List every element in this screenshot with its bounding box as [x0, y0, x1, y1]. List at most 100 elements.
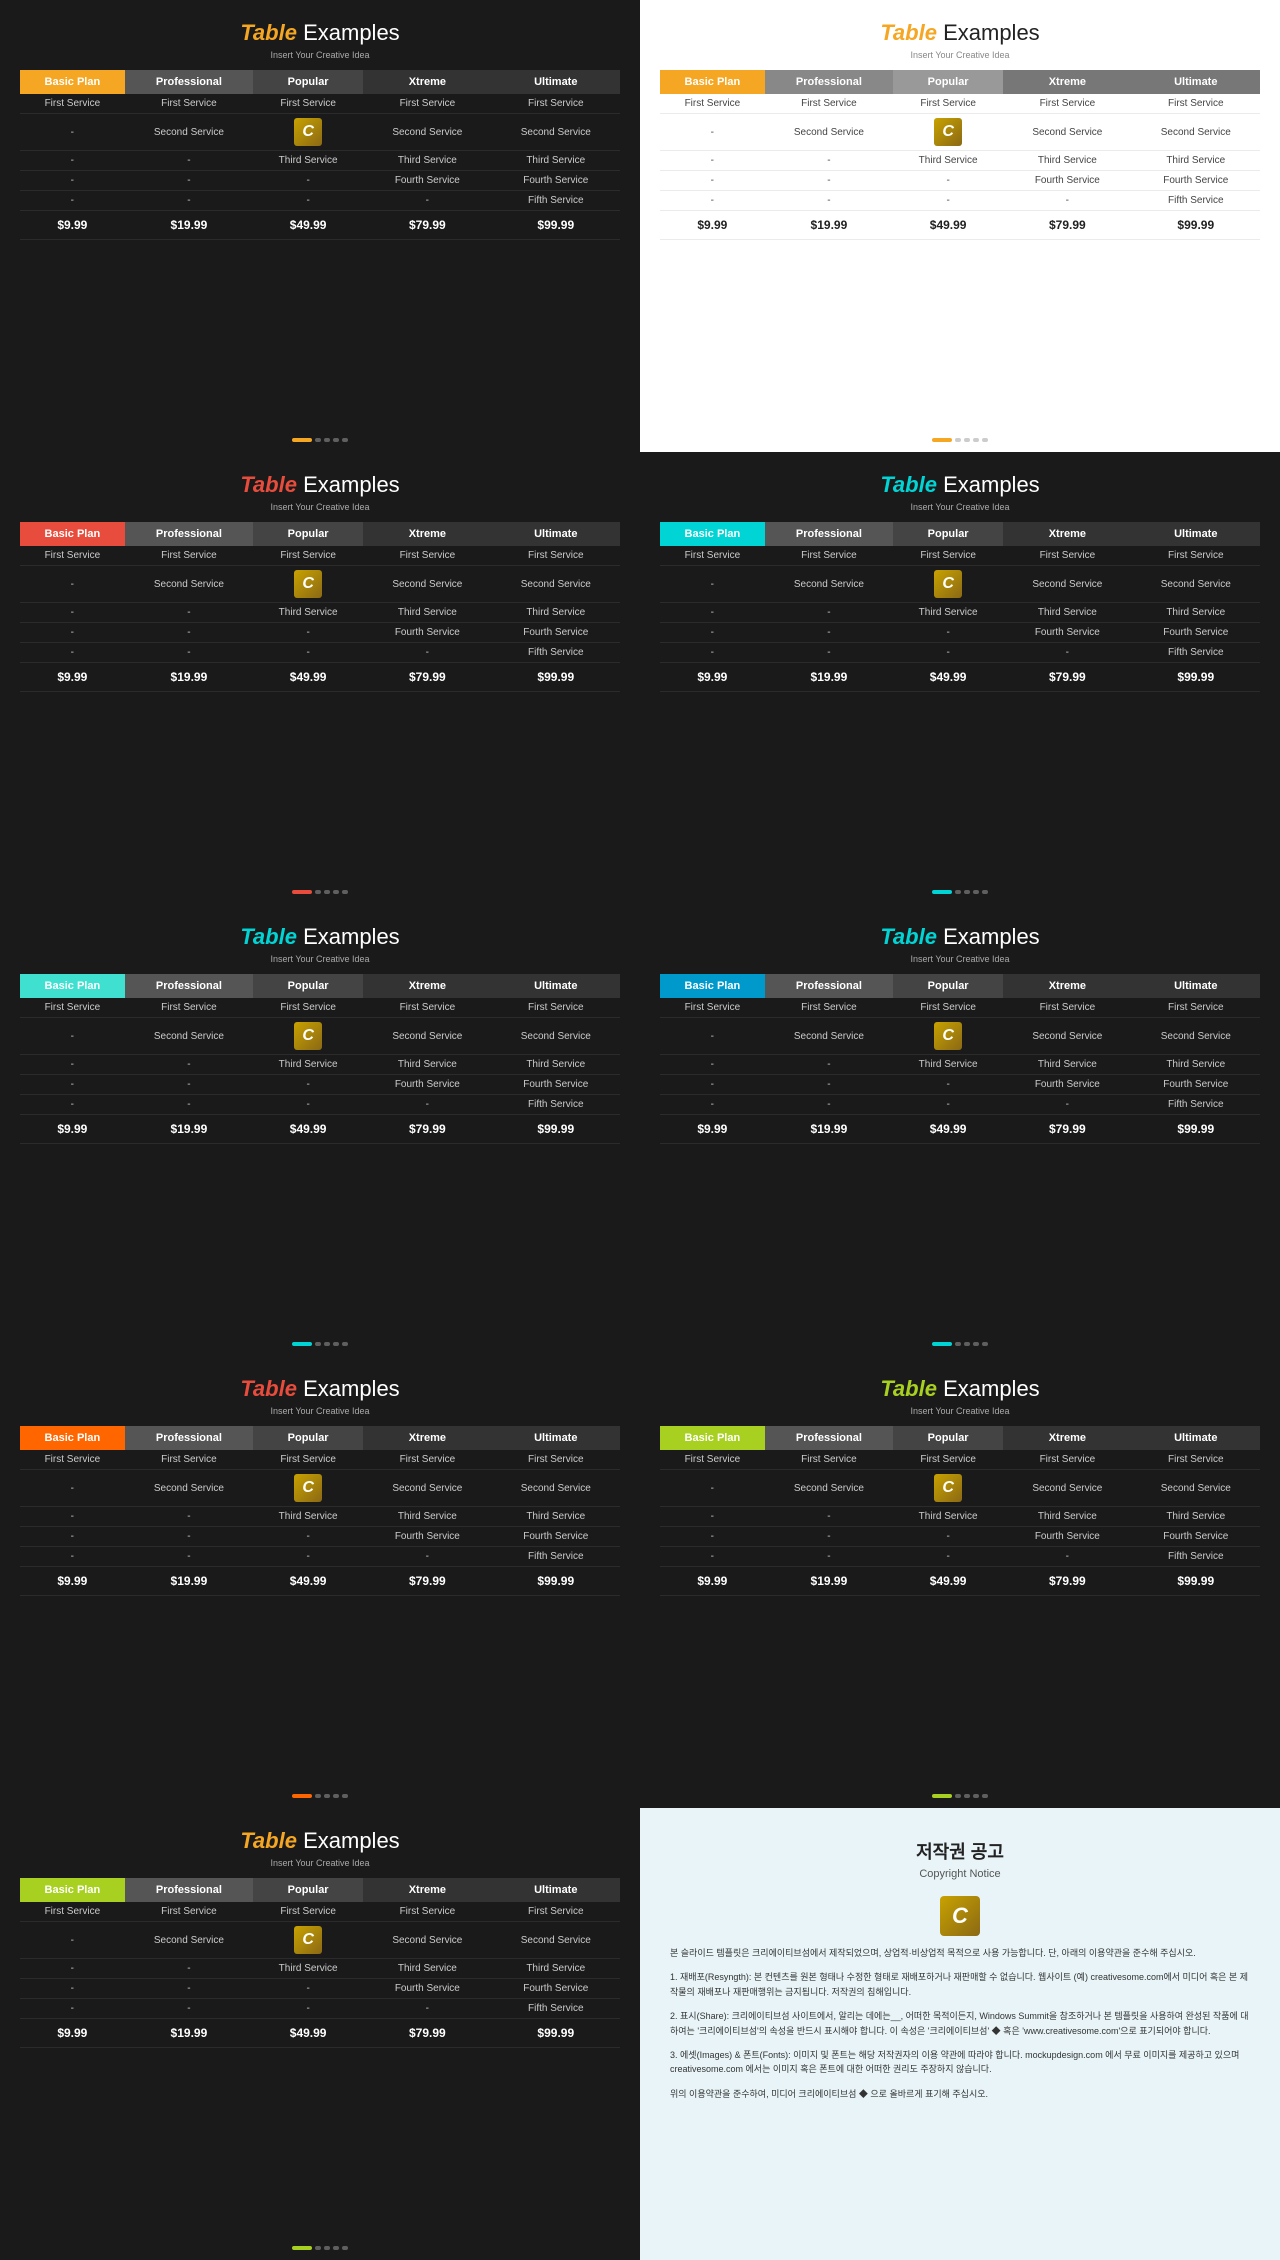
table-cell: Fourth Service [492, 623, 620, 643]
slide-7: Table Examples Insert Your Creative Idea… [0, 1356, 640, 1808]
slide-5: Table Examples Insert Your Creative Idea… [0, 904, 640, 1356]
table-cell: First Service [20, 998, 125, 1018]
bottom-bar [292, 438, 348, 442]
table-cell: - [765, 1095, 893, 1115]
table-cell: Fourth Service [1132, 171, 1260, 191]
bar-inactive [982, 438, 988, 442]
price-cell: $19.99 [125, 1567, 253, 1596]
title-examples-word: Examples [297, 924, 400, 949]
table-cell: Third Service [893, 151, 1003, 171]
table-cell: Fourth Service [1132, 1527, 1260, 1547]
table-row: ----Fifth Service [20, 1999, 620, 2019]
bar-inactive [324, 2246, 330, 2250]
price-cell: $9.99 [20, 2019, 125, 2048]
table-cell: - [253, 191, 363, 211]
c-logo-icon: C [934, 570, 962, 598]
price-table: Basic PlanProfessionalPopularXtremeUltim… [20, 1878, 620, 2048]
table-cell: - [253, 643, 363, 663]
table-cell: Third Service [1132, 1507, 1260, 1527]
table-cell: First Service [20, 94, 125, 114]
table-cell: - [660, 1470, 765, 1507]
price-cell: $99.99 [492, 1115, 620, 1144]
table-cell: - [660, 191, 765, 211]
price-cell: $19.99 [765, 1567, 893, 1596]
title-table-word: Table [240, 472, 297, 497]
plan-header: Ultimate [492, 1878, 620, 1902]
plan-header: Popular [893, 1426, 1003, 1450]
slide-title: Table Examples [660, 20, 1260, 46]
bar-inactive [342, 438, 348, 442]
table-cell: First Service [125, 1902, 253, 1922]
price-cell: $79.99 [363, 1115, 491, 1144]
title-table-word: Table [240, 924, 297, 949]
table-cell: - [765, 1507, 893, 1527]
table-cell: Fourth Service [1003, 623, 1131, 643]
table-cell: Fourth Service [1003, 1527, 1131, 1547]
plan-header: Professional [125, 1878, 253, 1902]
table-cell: Fifth Service [492, 1999, 620, 2019]
table-cell: - [660, 1018, 765, 1055]
title-table-word: Table [880, 924, 937, 949]
table-cell: Third Service [253, 1507, 363, 1527]
price-cell: $99.99 [1132, 1115, 1260, 1144]
plan-header: Popular [253, 70, 363, 94]
bar-inactive [324, 438, 330, 442]
table-cell: - [363, 191, 491, 211]
table-cell: - [893, 643, 1003, 663]
table-cell: - [125, 623, 253, 643]
table-cell: - [253, 1547, 363, 1567]
table-cell: First Service [893, 546, 1003, 566]
table-cell: First Service [125, 94, 253, 114]
bar-inactive [315, 438, 321, 442]
table-cell: - [660, 643, 765, 663]
table-cell: - [660, 603, 765, 623]
plan-header: Basic Plan [20, 974, 125, 998]
bar-inactive [973, 890, 979, 894]
table-cell: Third Service [1003, 603, 1131, 623]
slide-subtitle: Insert Your Creative Idea [20, 50, 620, 60]
table-row: First ServiceFirst ServiceFirst ServiceF… [20, 1902, 620, 1922]
bar-inactive [333, 1342, 339, 1346]
table-cell: C [893, 114, 1003, 151]
table-cell: First Service [492, 546, 620, 566]
price-cell: $49.99 [893, 211, 1003, 240]
table-cell: Fifth Service [1132, 191, 1260, 211]
title-examples-word: Examples [937, 924, 1040, 949]
table-cell: First Service [253, 1902, 363, 1922]
bar-active [932, 1342, 952, 1346]
table-cell: - [765, 1527, 893, 1547]
table-row: --Third ServiceThird ServiceThird Servic… [20, 1959, 620, 1979]
slide-subtitle: Insert Your Creative Idea [20, 502, 620, 512]
table-row: First ServiceFirst ServiceFirst ServiceF… [660, 998, 1260, 1018]
table-cell: Fifth Service [492, 1095, 620, 1115]
plan-header: Ultimate [492, 522, 620, 546]
title-table-word: Table [240, 20, 297, 45]
table-cell: Third Service [1132, 603, 1260, 623]
table-cell: Second Service [125, 114, 253, 151]
price-cell: $99.99 [492, 2019, 620, 2048]
table-cell: Second Service [492, 1018, 620, 1055]
table-cell: - [20, 1959, 125, 1979]
price-cell: $79.99 [363, 2019, 491, 2048]
table-cell: - [20, 1055, 125, 1075]
table-cell: - [660, 1075, 765, 1095]
plan-header: Popular [253, 1878, 363, 1902]
table-row: ----Fifth Service [20, 1095, 620, 1115]
table-cell: - [125, 603, 253, 623]
plan-header: Basic Plan [660, 1426, 765, 1450]
table-cell: Third Service [893, 1055, 1003, 1075]
table-cell: - [125, 151, 253, 171]
table-cell: - [253, 1095, 363, 1115]
slide-1: Table Examples Insert Your Creative Idea… [0, 0, 640, 452]
bar-active [292, 890, 312, 894]
plan-header: Basic Plan [20, 70, 125, 94]
table-cell: First Service [893, 94, 1003, 114]
slide-4: Table Examples Insert Your Creative Idea… [640, 452, 1280, 904]
table-row: --Third ServiceThird ServiceThird Servic… [660, 151, 1260, 171]
copyright-paragraph: 본 슬라이드 템플릿은 크리에이티브섬에서 제작되었으며, 상업적·비상업적 목… [670, 1946, 1250, 1960]
table-cell: - [363, 1547, 491, 1567]
table-cell: Third Service [363, 151, 491, 171]
price-cell: $9.99 [660, 1115, 765, 1144]
bar-inactive [333, 2246, 339, 2250]
title-table-word: Table [240, 1828, 297, 1853]
